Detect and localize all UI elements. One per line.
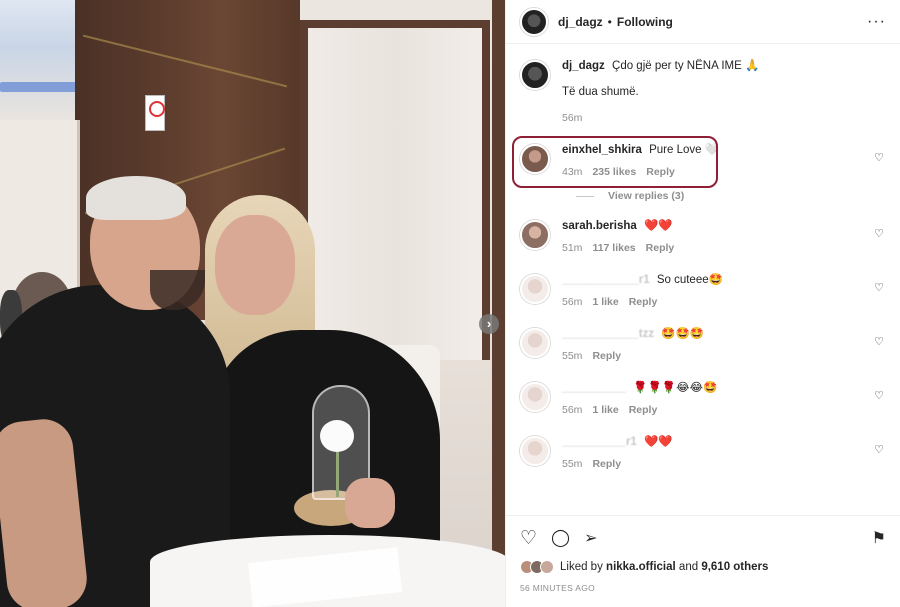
reply-button[interactable]: Reply [592, 350, 621, 362]
comment-time: 55m [562, 350, 583, 362]
avatar[interactable] [520, 220, 550, 250]
door-frame [492, 0, 505, 607]
replies-line [576, 195, 594, 197]
header-username[interactable]: dj_dagz [558, 15, 603, 29]
comment-username[interactable]: sarah.berisha [562, 220, 637, 232]
caption: dj_dagz Çdo gjë per ty NËNA IME 🙏 Të dua… [520, 58, 886, 124]
like-icon[interactable]: ♡ [520, 527, 537, 550]
reply-button[interactable]: Reply [646, 242, 675, 254]
avatar[interactable] [520, 328, 550, 358]
comment-username[interactable]: ____________tzz [562, 328, 654, 340]
liker-avatar [540, 560, 554, 574]
heart-icon[interactable]: ♡ [874, 151, 884, 164]
comment-time: 51m [562, 242, 583, 254]
following-button[interactable]: Following [617, 15, 673, 29]
comment-text: ❤️❤️ [644, 436, 673, 448]
list-item: __________r1 ❤️❤️ 55m Reply ♡ [520, 434, 886, 470]
woman-face [215, 215, 295, 315]
heart-icon[interactable]: ♡ [874, 443, 884, 456]
comment-text: So cuteee🤩 [656, 274, 723, 286]
post-footer: ♡ ◯ ➢ ⚑ Liked by nikka.official and 9,61… [506, 515, 900, 607]
comment-likes[interactable]: 1 like [592, 404, 618, 416]
comment-time: 55m [562, 458, 583, 470]
view-replies[interactable]: View replies (3) [576, 190, 886, 202]
heart-icon[interactable]: ♡ [874, 335, 884, 348]
man-hair [86, 176, 186, 220]
likes-text: Liked by nikka.official and 9,610 others [560, 561, 768, 573]
comment-username[interactable]: ____________r1 [562, 274, 650, 286]
action-bar: ♡ ◯ ➢ ⚑ [520, 526, 886, 550]
list-item: ____________tzz 🤩🤩🤩 55m Reply ♡ [520, 326, 886, 362]
caption-time: 56m [562, 112, 583, 124]
post-header: dj_dagz • Following ··· [506, 0, 900, 44]
reply-button[interactable]: Reply [592, 458, 621, 470]
post-timestamp: 56 MINUTES AGO [520, 583, 596, 593]
caption-text-2: Të dua shumë. [562, 86, 639, 98]
heart-icon[interactable]: ♡ [874, 227, 884, 240]
no-smoking-sign [145, 95, 165, 131]
comment-time: 56m [562, 296, 583, 308]
heart-icon[interactable]: ♡ [874, 389, 884, 402]
highlight-box [512, 136, 718, 188]
list-item: einxhel_shkira Pure Love 🤍 43m 235 likes… [512, 136, 886, 188]
comment-text: 🌹🌹🌹😂😂🤩 [633, 382, 718, 394]
post-photo[interactable]: › [0, 0, 505, 607]
avatar[interactable] [520, 7, 548, 36]
comment-text: ❤️❤️ [644, 220, 673, 232]
likes-count[interactable]: 9,610 others [701, 561, 768, 573]
comment-likes[interactable]: 1 like [592, 296, 618, 308]
woman-hand [345, 478, 395, 528]
view-replies-label[interactable]: View replies (3) [608, 190, 684, 202]
save-icon[interactable]: ⚑ [872, 528, 886, 548]
likes-summary: Liked by nikka.official and 9,610 others [520, 560, 886, 574]
comment-text: 🤩🤩🤩 [661, 328, 705, 340]
avatar[interactable] [520, 274, 550, 304]
avatar[interactable] [520, 382, 550, 412]
likes-and: and [678, 561, 699, 573]
comment-username[interactable]: __________ [562, 382, 626, 394]
avatar[interactable] [520, 60, 550, 90]
list-item: __________ 🌹🌹🌹😂😂🤩 56m 1 like Reply ♡ [520, 380, 886, 416]
comment-likes[interactable]: 117 likes [592, 242, 635, 254]
post-sidebar: dj_dagz • Following ··· dj_dagz Çdo gjë … [505, 0, 900, 607]
separator-dot: • [607, 14, 612, 29]
liked-by-user[interactable]: nikka.official [606, 561, 676, 573]
caption-text: Çdo gjë per ty NËNA IME 🙏 [612, 60, 760, 72]
more-options-icon[interactable]: ··· [867, 13, 886, 31]
likes-prefix: Liked by [560, 561, 603, 573]
reply-button[interactable]: Reply [629, 404, 658, 416]
comment-icon[interactable]: ◯ [551, 528, 570, 548]
share-icon[interactable]: ➢ [584, 528, 597, 548]
ceiling-light [0, 82, 80, 92]
comments-list[interactable]: dj_dagz Çdo gjë per ty NËNA IME 🙏 Të dua… [506, 44, 900, 515]
list-item: sarah.berisha ❤️❤️ 51m 117 likes Reply ♡ [520, 218, 886, 254]
reply-button[interactable]: Reply [629, 296, 658, 308]
comment-time: 56m [562, 404, 583, 416]
list-item: ____________r1 So cuteee🤩 56m 1 like Rep… [520, 272, 886, 308]
door [300, 20, 490, 360]
avatar[interactable] [520, 436, 550, 466]
comment-username[interactable]: __________r1 [562, 436, 637, 448]
heart-icon[interactable]: ♡ [874, 281, 884, 294]
caption-username[interactable]: dj_dagz [562, 60, 605, 72]
next-slide-icon[interactable]: › [479, 314, 499, 334]
